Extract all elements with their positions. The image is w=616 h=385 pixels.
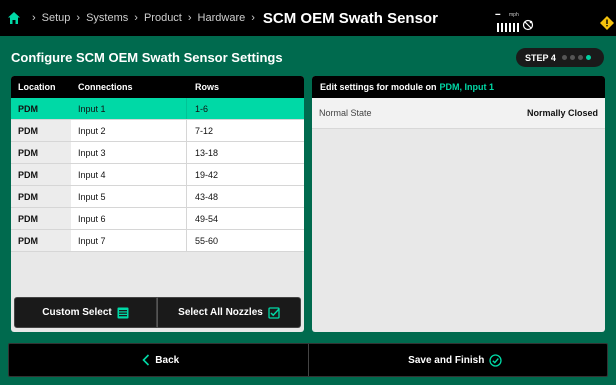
check-circle-icon [489, 353, 502, 367]
save-and-finish-button[interactable]: Save and Finish [309, 344, 608, 376]
table-row[interactable]: PDM Input 3 13-18 [11, 142, 304, 164]
table-body: PDM Input 1 1-6 PDM Input 2 7-12 PDM Input 3 13-… [11, 98, 304, 252]
breadcrumb-hardware[interactable]: Hardware [198, 12, 246, 24]
selected-module-name: PDM, Input 1 [439, 82, 495, 92]
chevron-right-icon: › [251, 12, 255, 24]
cell-location: PDM [11, 208, 71, 229]
table-row[interactable]: PDM Input 7 55-60 [11, 230, 304, 252]
cell-location: PDM [11, 164, 71, 185]
setting-value: Normally Closed [526, 108, 598, 118]
chevron-right-icon: › [32, 12, 36, 24]
step-label: STEP 4 [525, 52, 556, 63]
table-row[interactable]: PDM Input 1 1-6 [11, 98, 304, 120]
back-label: Back [155, 354, 180, 366]
section-heading: Configure SCM OEM Swath Sensor Settings [11, 50, 283, 65]
save-label: Save and Finish [408, 354, 485, 366]
top-bar: › Setup › Systems › Product › Hardware ›… [0, 0, 616, 36]
back-button[interactable]: Back [9, 344, 309, 376]
step-dot [561, 55, 567, 60]
settings-header: Edit settings for module on PDM, Input 1 [312, 76, 605, 98]
warning-icon[interactable] [600, 16, 614, 30]
cell-rows: 49-54 [195, 213, 219, 224]
table-header: Location Connections Rows [11, 76, 304, 98]
custom-select-label: Custom Select [42, 307, 112, 318]
chevron-left-icon [142, 354, 150, 366]
cell-location: PDM [11, 230, 71, 251]
breadcrumb-setup[interactable]: Setup [42, 12, 71, 24]
home-icon[interactable] [7, 11, 21, 25]
cell-connection: Input 7 [71, 230, 187, 251]
speed-value: -- [495, 9, 501, 20]
cell-connection: Input 2 [71, 120, 187, 141]
column-connections: Connections [78, 82, 133, 92]
table-row[interactable]: PDM Input 6 49-54 [11, 208, 304, 230]
cell-connection: Input 4 [71, 164, 187, 185]
bottom-nav: Back Save and Finish [8, 343, 608, 377]
breadcrumb-product[interactable]: Product [144, 12, 182, 24]
cell-connection: Input 1 [71, 98, 187, 119]
column-location: Location [18, 82, 56, 92]
table-row[interactable]: PDM Input 5 43-48 [11, 186, 304, 208]
setting-normal-state[interactable]: Normal State Normally Closed [312, 98, 605, 129]
cell-rows: 13-18 [195, 147, 219, 158]
cell-rows: 43-48 [195, 191, 219, 202]
breadcrumb-systems[interactable]: Systems [86, 12, 128, 24]
gps-satellite-icon [522, 19, 534, 31]
cell-connection: Input 6 [71, 208, 187, 229]
step-dot [577, 55, 583, 60]
cell-rows: 55-60 [195, 235, 219, 246]
cell-rows: 7-12 [195, 125, 214, 136]
chevron-right-icon: › [134, 12, 138, 24]
table-row[interactable]: PDM Input 2 7-12 [11, 120, 304, 142]
settings-header-prefix: Edit settings for module on [320, 82, 437, 92]
custom-select-icon [117, 307, 129, 318]
column-rows: Rows [195, 82, 220, 92]
cell-rows: 1-6 [195, 103, 209, 114]
table-row[interactable]: PDM Input 4 19-42 [11, 164, 304, 186]
step-dot [569, 55, 575, 60]
setting-label: Normal State [319, 108, 372, 118]
select-all-nozzles-button[interactable]: Select All Nozzles [157, 297, 301, 328]
chevron-right-icon: › [76, 12, 81, 24]
settings-panel: Edit settings for module on PDM, Input 1… [312, 76, 605, 332]
signal-bars-icon [497, 23, 519, 32]
step-dot-active [585, 55, 591, 60]
table-actions: Custom Select Select All Nozzles [14, 297, 301, 328]
chevron-right-icon: › [187, 12, 192, 24]
checkbox-checked-icon [268, 306, 280, 319]
cell-location: PDM [11, 98, 71, 119]
module-table-panel: Location Connections Rows PDM Input 1 1-6 P… [11, 76, 304, 332]
page-title: SCM OEM Swath Sensor [262, 9, 438, 27]
speed-unit: mph [509, 12, 519, 18]
cell-connection: Input 5 [71, 186, 187, 207]
cell-location: PDM [11, 142, 71, 163]
cell-location: PDM [11, 120, 71, 141]
select-all-label: Select All Nozzles [178, 307, 263, 318]
custom-select-button[interactable]: Custom Select [14, 297, 157, 328]
cell-location: PDM [11, 186, 71, 207]
speed-indicator: -- mph [495, 5, 521, 33]
cell-rows: 19-42 [195, 169, 219, 180]
step-indicator: STEP 4 [516, 48, 604, 67]
cell-connection: Input 3 [71, 142, 187, 163]
